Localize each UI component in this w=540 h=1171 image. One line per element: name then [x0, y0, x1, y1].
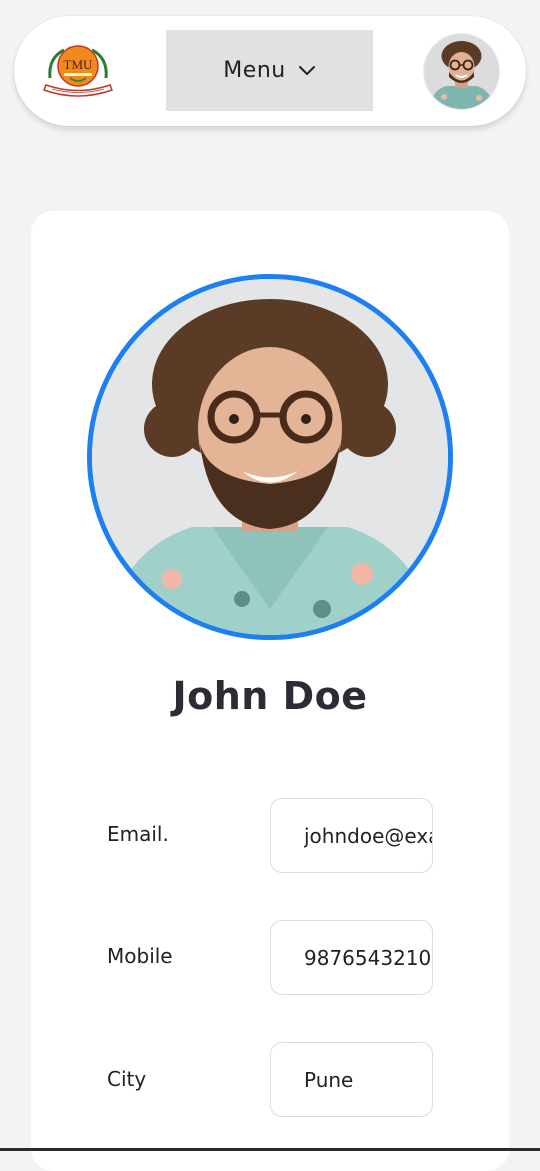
profile-photo: [87, 274, 453, 640]
top-navigation-bar: TMU Menu: [14, 16, 526, 126]
svg-text:TMU: TMU: [64, 57, 94, 72]
email-field[interactable]: [270, 798, 433, 873]
profile-card: John Doe Email. Mobile City: [31, 211, 509, 1171]
city-label: City: [107, 1067, 147, 1091]
menu-dropdown-button[interactable]: Menu: [166, 30, 373, 111]
email-label: Email.: [107, 822, 169, 846]
chevron-down-icon: [298, 65, 316, 77]
university-logo[interactable]: TMU: [40, 38, 116, 102]
mobile-label: Mobile: [107, 944, 173, 968]
city-field[interactable]: [270, 1042, 433, 1117]
user-avatar[interactable]: [424, 34, 499, 109]
menu-label: Menu: [223, 58, 286, 83]
mobile-field[interactable]: [270, 920, 433, 995]
profile-name: John Doe: [172, 674, 368, 718]
